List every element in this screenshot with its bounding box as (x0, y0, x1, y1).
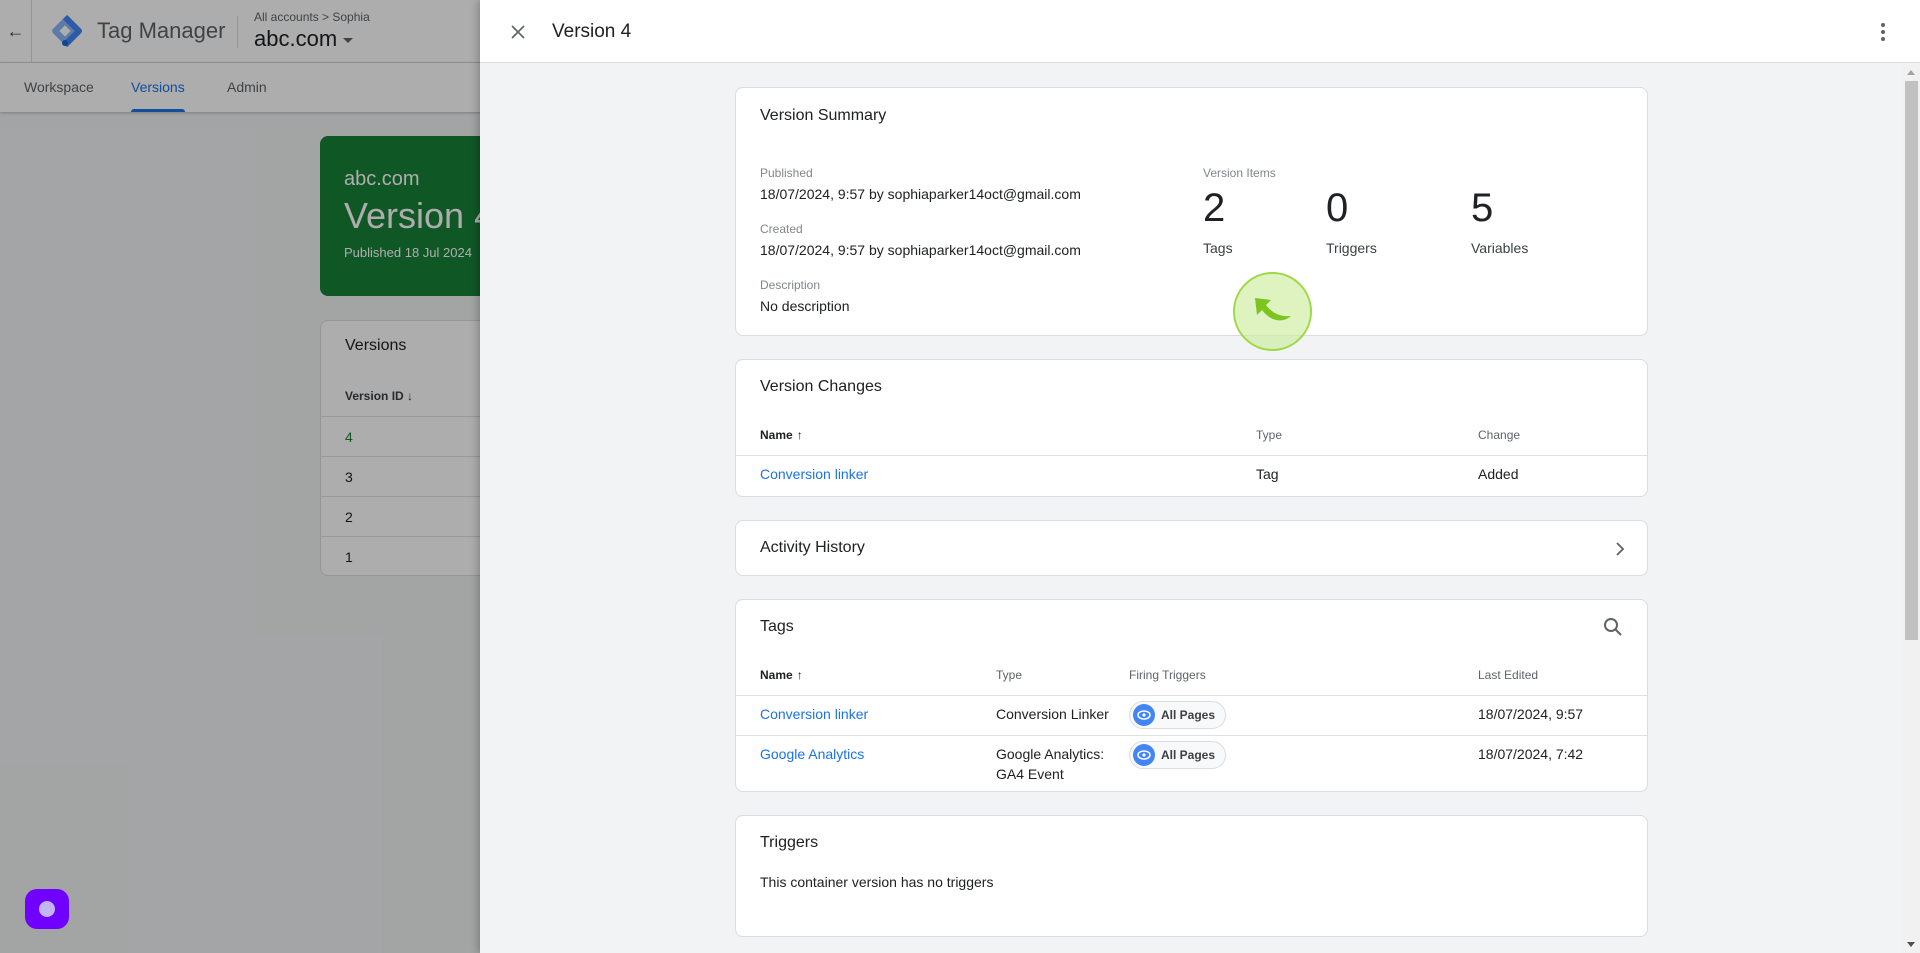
tags-triggers-column-header: Firing Triggers (1129, 668, 1206, 682)
arrow-up-icon: ↑ (796, 668, 803, 682)
tag-name-link[interactable]: Conversion linker (760, 706, 868, 722)
panel-header: Version 4 (480, 0, 1920, 63)
tag-type-line2: GA4 Event (996, 766, 1064, 782)
change-status: Added (1478, 466, 1519, 482)
version-summary-card: Version Summary Published 18/07/2024, 9:… (735, 87, 1648, 336)
triggers-empty-message: This container version has no triggers (760, 874, 994, 890)
tags-type-column-header: Type (996, 668, 1023, 682)
triggers-count-label: Triggers (1326, 240, 1377, 256)
tags-count: 2 (1203, 186, 1226, 230)
version-summary-title: Version Summary (760, 107, 887, 124)
triggers-card: Triggers This container version has no t… (735, 815, 1648, 937)
description-label: Description (760, 278, 821, 292)
close-icon (511, 25, 525, 39)
tag-name-link[interactable]: Google Analytics (760, 746, 864, 762)
firing-trigger-chip[interactable]: All Pages (1129, 741, 1227, 769)
tag-type: Google Analytics: (996, 746, 1105, 762)
table-divider (736, 735, 1647, 736)
eye-icon (1133, 744, 1155, 766)
activity-history-title: Activity History (760, 539, 865, 556)
changes-type-column-header: Type (1256, 428, 1283, 442)
table-divider (736, 695, 1647, 696)
search-icon[interactable] (1603, 617, 1623, 637)
tags-card: Tags Name ↑ Type Firing Triggers Last Ed… (735, 599, 1648, 792)
activity-history-card[interactable]: Activity History (735, 520, 1648, 576)
description-value: No description (760, 298, 850, 314)
firing-trigger-chip[interactable]: All Pages (1129, 701, 1227, 729)
created-value: 18/07/2024, 9:57 by sophiaparker14oct@gm… (760, 242, 1081, 258)
scroll-up-icon[interactable] (1907, 70, 1915, 75)
curved-arrow-icon (1254, 297, 1291, 320)
tags-name-column-header[interactable]: Name ↑ (760, 668, 803, 682)
chevron-right-icon (1616, 542, 1625, 556)
close-button[interactable] (506, 20, 530, 44)
more-options-button[interactable] (1871, 20, 1895, 44)
tags-title: Tags (760, 618, 794, 635)
version-items-label: Version Items (1203, 166, 1276, 180)
version-detail-panel: Version 4 Version Summary Published 18/0… (480, 0, 1920, 953)
change-type: Tag (1256, 466, 1279, 482)
arrow-up-icon: ↑ (796, 428, 803, 442)
triggers-count: 0 (1326, 186, 1349, 230)
published-value: 18/07/2024, 9:57 by sophiaparker14oct@gm… (760, 186, 1081, 202)
panel-scrollbar[interactable] (1903, 64, 1920, 953)
triggers-title: Triggers (760, 834, 819, 851)
panel-title: Version 4 (552, 21, 632, 42)
changes-change-column-header: Change (1478, 428, 1521, 442)
variables-count: 5 (1471, 186, 1494, 230)
assistant-dot-icon (39, 901, 55, 917)
version-changes-card: Version Changes Name ↑ Type Change Conve… (735, 359, 1648, 497)
tags-last-edited-column-header: Last Edited (1478, 668, 1539, 682)
changes-name-column-header[interactable]: Name ↑ (760, 428, 803, 442)
click-indicator (1233, 272, 1312, 351)
tag-last-edited: 18/07/2024, 9:57 (1478, 706, 1584, 722)
tag-last-edited: 18/07/2024, 7:42 (1478, 746, 1584, 762)
tag-type: Conversion Linker (996, 706, 1109, 722)
tags-count-label: Tags (1203, 240, 1233, 256)
created-label: Created (760, 222, 803, 236)
variables-count-label: Variables (1471, 240, 1529, 256)
version-changes-title: Version Changes (760, 378, 882, 395)
table-divider (736, 455, 1647, 456)
scrollbar-thumb[interactable] (1905, 81, 1918, 640)
more-vert-icon (1881, 23, 1885, 27)
change-name-link[interactable]: Conversion linker (760, 466, 868, 482)
eye-icon (1133, 704, 1155, 726)
scroll-down-icon[interactable] (1907, 942, 1915, 947)
published-label: Published (760, 166, 813, 180)
assistant-launcher-button[interactable] (25, 889, 69, 929)
